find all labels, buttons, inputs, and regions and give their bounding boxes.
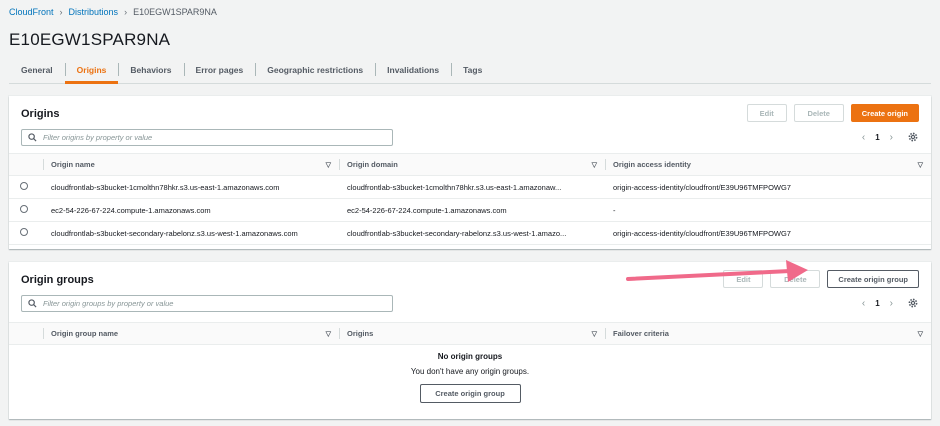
settings-gear-icon[interactable] [907, 131, 919, 143]
sort-caret-icon: ▽ [917, 330, 923, 338]
search-icon [28, 299, 37, 308]
sort-caret-icon: ▽ [325, 330, 331, 338]
edit-origin-group-button[interactable]: Edit [723, 270, 764, 288]
origins-search-input[interactable] [43, 133, 363, 142]
tab-general[interactable]: General [9, 56, 65, 84]
row-radio[interactable] [20, 205, 28, 213]
empty-state-title: No origin groups [437, 352, 503, 361]
origin-groups-search-input[interactable] [43, 299, 363, 308]
tab-tags[interactable]: Tags [451, 56, 494, 84]
sort-caret-icon: ▽ [591, 330, 597, 338]
origin-groups-pagination: ‹ 1 › [862, 297, 919, 309]
page-title: E10EGW1SPAR9NA [9, 30, 171, 49]
delete-origin-button[interactable]: Delete [793, 104, 844, 122]
tab-bar: General Origins Behaviors Error pages Ge… [9, 56, 931, 84]
chevron-left-icon[interactable]: ‹ [862, 132, 865, 143]
origin-access-identity-cell: origin-access-identity/cloudfront/E39U96… [605, 221, 931, 245]
row-radio[interactable] [20, 228, 28, 236]
sort-caret-icon: ▽ [917, 161, 923, 169]
select-column-header [9, 322, 43, 345]
origin-domain-cell: ec2-54-226-67-224.compute-1.amazonaws.co… [339, 198, 605, 222]
sort-caret-icon: ▽ [591, 161, 597, 169]
origins-table: Origin name ▽ Origin domain ▽ Origin acces… [9, 153, 931, 245]
column-header-origin-domain[interactable]: Origin domain ▽ [339, 153, 605, 176]
origins-actions: Edit Delete Create origin [746, 104, 919, 122]
origin-groups-actions: Edit Delete Create origin group [723, 270, 919, 288]
origins-search [21, 129, 393, 146]
row-radio[interactable] [20, 182, 28, 190]
table-row[interactable]: cloudfrontlab-s3bucket-1cmolthn78hkr.s3.… [9, 175, 931, 199]
empty-state-description: You don't have any origin groups. [410, 367, 530, 376]
origin-access-identity-cell: - [605, 198, 931, 222]
origin-groups-table: Origin group name ▽ Origins ▽ Failover cri… [9, 322, 931, 345]
tab-error-pages[interactable]: Error pages [183, 56, 256, 84]
create-origin-group-button[interactable]: Create origin group [827, 270, 919, 288]
select-column-header [9, 153, 43, 176]
origins-panel: Origins Edit Delete Create origin ‹ 1 › … [9, 96, 931, 249]
chevron-right-icon[interactable]: › [890, 132, 893, 143]
delete-origin-group-button[interactable]: Delete [770, 270, 821, 288]
create-origin-button[interactable]: Create origin [850, 104, 919, 122]
origin-groups-panel: Origin groups Edit Delete Create origin … [9, 262, 931, 419]
origin-domain-cell: cloudfrontlab-s3bucket-1cmolthn78hkr.s3.… [339, 175, 605, 199]
origins-pagination: ‹ 1 › [862, 131, 919, 143]
page-number[interactable]: 1 [875, 299, 879, 308]
page-number[interactable]: 1 [875, 133, 879, 142]
column-header-origin-access-identity[interactable]: Origin access identity ▽ [605, 153, 931, 176]
tab-origins[interactable]: Origins [64, 56, 119, 84]
origin-access-identity-cell: origin-access-identity/cloudfront/E39U96… [605, 175, 931, 199]
origin-name-cell: cloudfrontlab-s3bucket-1cmolthn78hkr.s3.… [43, 175, 339, 199]
origin-domain-cell: cloudfrontlab-s3bucket-secondary-rabelon… [339, 221, 605, 245]
origin-groups-panel-title: Origin groups [21, 274, 94, 286]
edit-origin-button[interactable]: Edit [746, 104, 787, 122]
origins-panel-title: Origins [21, 108, 60, 120]
origin-name-cell: ec2-54-226-67-224.compute-1.amazonaws.co… [43, 198, 339, 222]
origin-groups-search [21, 295, 393, 312]
breadcrumb-cloudfront-link[interactable]: CloudFront [9, 7, 54, 17]
empty-state: No origin groups You don't have any orig… [9, 352, 931, 403]
column-header-origins[interactable]: Origins ▽ [339, 322, 605, 345]
chevron-left-icon[interactable]: ‹ [862, 298, 865, 309]
tab-invalidations[interactable]: Invalidations [375, 56, 451, 84]
sort-caret-icon: ▽ [325, 161, 331, 169]
chevron-right-icon[interactable]: › [890, 298, 893, 309]
breadcrumb-current: E10EGW1SPAR9NA [133, 7, 217, 17]
chevron-right-icon: › [59, 7, 63, 17]
column-header-origin-group-name[interactable]: Origin group name ▽ [43, 322, 339, 345]
column-header-origin-name[interactable]: Origin name ▽ [43, 153, 339, 176]
tab-behaviors[interactable]: Behaviors [118, 56, 183, 84]
tab-geographic-restrictions[interactable]: Geographic restrictions [255, 56, 375, 84]
search-icon [28, 133, 37, 142]
table-row[interactable]: ec2-54-226-67-224.compute-1.amazonaws.co… [9, 198, 931, 222]
empty-state-create-origin-group-button[interactable]: Create origin group [419, 384, 521, 403]
chevron-right-icon: › [124, 7, 128, 17]
breadcrumb-distributions-link[interactable]: Distributions [69, 7, 119, 17]
settings-gear-icon[interactable] [907, 297, 919, 309]
breadcrumb: CloudFront › Distributions › E10EGW1SPAR… [9, 7, 217, 17]
column-header-failover-criteria[interactable]: Failover criteria ▽ [605, 322, 931, 345]
table-row[interactable]: cloudfrontlab-s3bucket-secondary-rabelon… [9, 221, 931, 245]
origin-name-cell: cloudfrontlab-s3bucket-secondary-rabelon… [43, 221, 339, 245]
